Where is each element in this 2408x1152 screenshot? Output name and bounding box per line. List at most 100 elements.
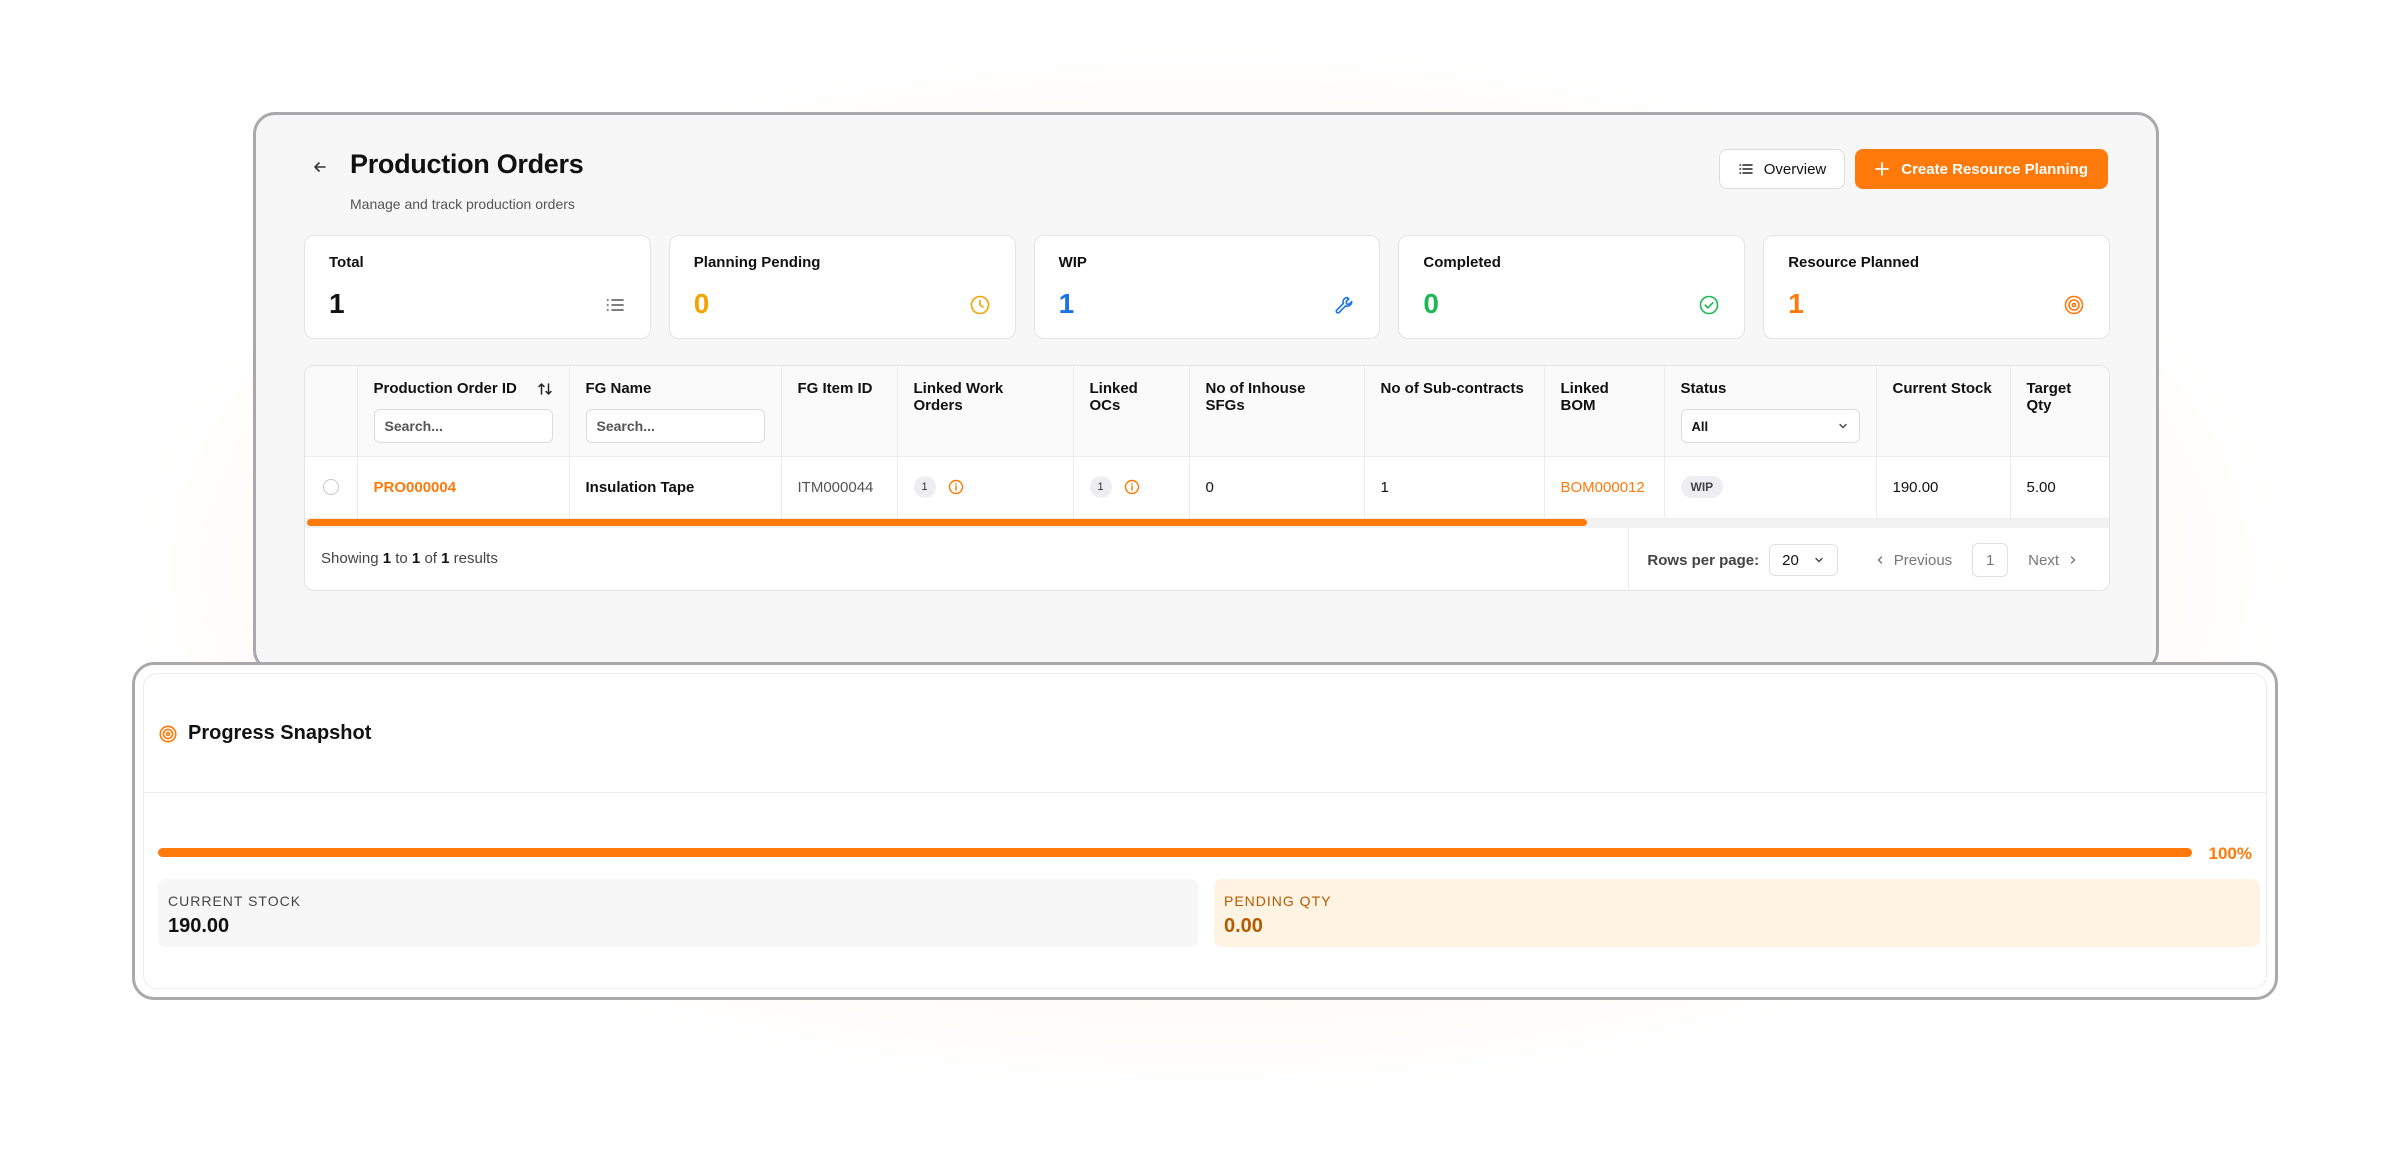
chevron-down-icon [1815,557,1823,563]
target-qty-cell: 5.00 [2010,456,2109,519]
info-icon[interactable] [1124,479,1140,495]
overview-label: Overview [1763,160,1827,178]
current-stock-metric: CURRENT STOCK 190.00 [158,879,1198,947]
column-label: Status [1680,380,1727,397]
production-order-id-search-input[interactable] [373,409,553,443]
table-header-row: Production Order ID FG Name FG Item ID L… [305,366,2109,457]
progress-percent: 100% [2208,844,2252,863]
chevron-left-icon [1877,556,1882,564]
overview-button[interactable]: Overview [1718,149,1846,189]
page-title: Production Orders [350,149,584,179]
create-label: Create Resource Planning [1901,160,2088,178]
progress-snapshot-panel: Progress Snapshot 100% CURRENT STOCK 190… [143,673,2267,989]
stat-card-wip: WIP 1 [1033,235,1381,339]
metric-value: 0.00 [1224,915,1263,937]
showing-suffix: results [453,550,498,567]
chevron-right-icon [2070,556,2076,564]
showing-to: 1 [411,550,421,567]
info-icon[interactable] [948,479,964,495]
page-subtitle: Manage and track production orders [350,196,575,212]
fg-item-id-cell: ITM000044 [781,456,898,519]
showing-prefix: Showing [321,550,379,567]
metric-value: 190.00 [168,915,230,937]
table-footer: Showing 1 to 1 of 1 results Rows per pag… [305,528,2109,590]
column-header-production-order-id[interactable]: Production Order ID [357,366,570,457]
production-orders-window: Production Orders Manage and track produ… [253,112,2159,672]
check-circle-icon [1699,295,1719,315]
column-header-linked-bom: Linked BOM [1544,366,1665,457]
target-icon [2064,295,2084,315]
showing-from: 1 [382,550,392,567]
production-orders-table: Production Order ID FG Name FG Item ID L… [304,365,2110,591]
next-page-button[interactable]: Next [2018,552,2089,569]
back-button[interactable] [306,153,334,181]
progress-bar [158,848,2192,857]
status-badge: WIP [1680,476,1724,498]
metric-label: CURRENT STOCK [168,893,302,909]
previous-page-button[interactable]: Previous [1864,552,1962,569]
column-label: FG Name [585,380,652,397]
linked-work-orders-count[interactable]: 1 [913,476,936,498]
fg-name-value: Insulation Tape [585,478,695,496]
production-order-id-link[interactable]: PRO000004 [374,479,457,496]
stat-label: Total [329,254,364,271]
column-label: Production Order ID [373,380,517,397]
column-header-linked-ocs: Linked OCs [1073,366,1190,457]
showing-to-word: to [395,550,408,567]
column-header-linked-work-orders: Linked Work Orders [897,366,1074,457]
status-filter-value: All [1691,418,1709,434]
page-header: Production Orders Manage and track produ… [306,149,2108,229]
column-header-fg-item-id: FG Item ID [781,366,898,457]
snapshot-header: Progress Snapshot [158,722,371,745]
linked-ocs-cell: 1 [1073,456,1190,519]
pending-qty-metric: PENDING QTY 0.00 [1214,879,2260,947]
inhouse-sfgs-cell: 0 [1189,456,1365,519]
chevron-down-icon [1838,423,1847,429]
plus-icon [1875,162,1890,176]
linked-work-orders-cell: 1 [897,456,1074,519]
stat-label: WIP [1058,254,1087,271]
stat-card-total: Total 1 [304,235,651,339]
stat-value: 0 [693,288,710,319]
column-header-target-qty: Target Qty [2010,366,2109,457]
stat-card-planning-pending: Planning Pending 0 [668,235,1016,339]
production-order-id-cell: PRO000004 [357,456,570,519]
rows-per-page-value: 20 [1782,551,1799,569]
column-header-inhouse-sfgs: No of Inhouse SFGs [1189,366,1365,457]
rows-per-page-select[interactable]: 20 [1769,544,1838,576]
linked-bom-cell: BOM000012 [1544,456,1665,519]
fg-name-search-input[interactable] [585,409,765,443]
column-header-fg-name: FG Name [569,366,782,457]
list-icon [1739,164,1753,174]
stat-label: Completed [1423,254,1501,271]
table-row[interactable]: PRO000004 Insulation Tape ITM000044 1 1 … [305,456,2109,519]
pagination: Rows per page: 20 Previous 1 Next [1628,528,2109,590]
stats-row: Total 1 Planning Pending 0 WIP 1 Complet… [304,235,2110,339]
linked-ocs-count[interactable]: 1 [1089,476,1112,498]
linked-bom-link[interactable]: BOM000012 [1561,479,1645,496]
stat-card-completed: Completed 0 [1398,235,1746,339]
header-actions: Overview Create Resource Planning [1718,149,2108,189]
status-cell: WIP [1664,456,1877,519]
clock-icon [970,295,989,315]
stat-value: 1 [1788,288,1804,319]
sort-icon[interactable] [537,381,553,397]
snapshot-title: Progress Snapshot [188,722,372,744]
status-filter-select[interactable]: All [1680,409,1860,443]
stat-card-resource-planned: Resource Planned 1 [1763,235,2110,339]
arrow-left-icon [314,162,326,172]
current-stock-cell: 190.00 [1876,456,2011,519]
stat-value: 0 [1423,288,1439,319]
progress-snapshot-window: Progress Snapshot 100% CURRENT STOCK 190… [132,662,2278,1000]
create-resource-planning-button[interactable]: Create Resource Planning [1855,149,2108,189]
stat-label: Resource Planned [1788,254,1920,271]
column-header-current-stock: Current Stock [1876,366,2011,457]
select-column-header [305,366,358,457]
previous-label: Previous [1893,551,1953,569]
rows-per-page-label: Rows per page: [1647,551,1760,569]
stat-label: Planning Pending [693,254,821,271]
page-number-button[interactable]: 1 [1972,543,2009,577]
horizontal-scrollbar-thumb[interactable] [307,519,1587,526]
stat-value: 1 [329,288,345,319]
row-select-radio[interactable] [322,479,339,495]
